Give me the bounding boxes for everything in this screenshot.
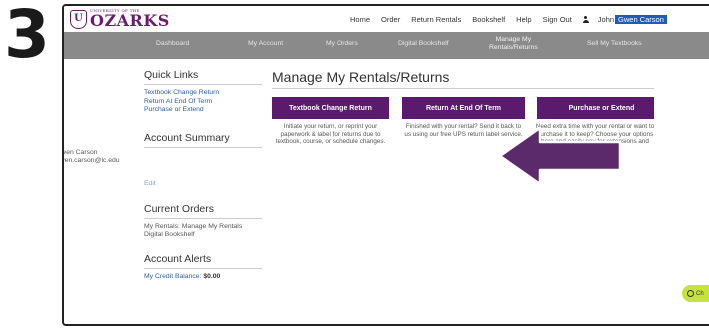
current-orders-heading: Current Orders <box>144 203 262 219</box>
logo-name: OZARKS <box>90 11 170 30</box>
browser-screenshot-frame: U UNIVERSITY OF THE OZARKS Home Order Re… <box>62 4 709 326</box>
chat-button[interactable]: Ch <box>682 285 709 302</box>
nav-bookshelf-link[interactable]: Bookshelf <box>472 15 505 24</box>
pointer-arrow-icon <box>498 126 622 186</box>
chat-bubble-icon <box>687 290 694 297</box>
credit-balance-value: $0.00 <box>203 272 221 280</box>
current-orders-rentals[interactable]: My Rentals: Manage My Rentals <box>144 223 262 232</box>
account-summary-heading: Account Summary <box>144 132 262 148</box>
textbook-change-return-desc: Initiate your return, or reprint your pa… <box>275 123 386 146</box>
quick-link-textbook-change[interactable]: Textbook Change Return <box>144 89 262 98</box>
edit-account-link[interactable]: Edit <box>144 180 262 187</box>
sub-nav-bar: Dashboard My Account My Orders Digital B… <box>64 32 709 59</box>
textbook-change-return-button[interactable]: Textbook Change Return <box>272 97 389 119</box>
top-nav: Home Order Return Rentals Bookshelf Help… <box>350 15 678 24</box>
return-end-of-term-button[interactable]: Return At End Of Term <box>402 97 525 119</box>
user-name-highlight: Gwen Carson <box>615 15 667 24</box>
main-panel: Manage My Rentals/Returns Textbook Chang… <box>272 69 662 153</box>
sidebar: Quick Links Textbook Change Return Retur… <box>64 69 262 282</box>
subnav-my-orders[interactable]: My Orders <box>326 40 358 48</box>
nav-sign-out-link[interactable]: Sign Out <box>543 15 572 24</box>
university-logo[interactable]: U UNIVERSITY OF THE OZARKS <box>70 9 170 29</box>
subnav-my-account[interactable]: My Account <box>248 40 283 48</box>
chat-label: Ch <box>696 290 704 297</box>
credit-balance-label[interactable]: My Credit Balance: <box>144 273 201 280</box>
subnav-sell-textbooks[interactable]: Sell My Textbooks <box>587 40 642 48</box>
account-alerts-heading: Account Alerts <box>144 253 262 269</box>
nav-home-link[interactable]: Home <box>350 15 370 24</box>
nav-help-link[interactable]: Help <box>516 15 531 24</box>
account-email: gwen.carson@lc.edu <box>62 157 120 164</box>
current-orders-bookshelf[interactable]: Digital Bookshelf <box>144 231 262 240</box>
quick-link-return-end-term[interactable]: Return At End Of Term <box>144 98 262 107</box>
nav-order-link[interactable]: Order <box>381 15 400 24</box>
quick-link-purchase-extend[interactable]: Purchase or Extend <box>144 106 262 115</box>
top-bar: U UNIVERSITY OF THE OZARKS Home Order Re… <box>64 6 709 32</box>
account-name: Gwen Carson <box>64 148 98 156</box>
step-number: 3 <box>4 0 50 73</box>
user-menu[interactable]: John Gwen Carson <box>598 15 678 24</box>
credit-balance: My Credit Balance: $0.00 <box>144 273 262 282</box>
quick-links-heading: Quick Links <box>144 69 262 85</box>
purchase-extend-button[interactable]: Purchase or Extend <box>537 97 654 119</box>
user-first-name: John <box>597 15 615 24</box>
university-seal-icon: U <box>70 9 87 29</box>
subnav-manage-rentals[interactable]: Manage My Rentals/Returns <box>489 36 538 52</box>
subnav-digital-bookshelf[interactable]: Digital Bookshelf <box>398 40 449 48</box>
page-content: Quick Links Textbook Change Return Retur… <box>64 59 709 324</box>
subnav-dashboard[interactable]: Dashboard <box>156 40 189 48</box>
user-icon <box>582 16 589 23</box>
page-title: Manage My Rentals/Returns <box>272 69 654 89</box>
nav-return-rentals-link[interactable]: Return Rentals <box>411 15 461 24</box>
